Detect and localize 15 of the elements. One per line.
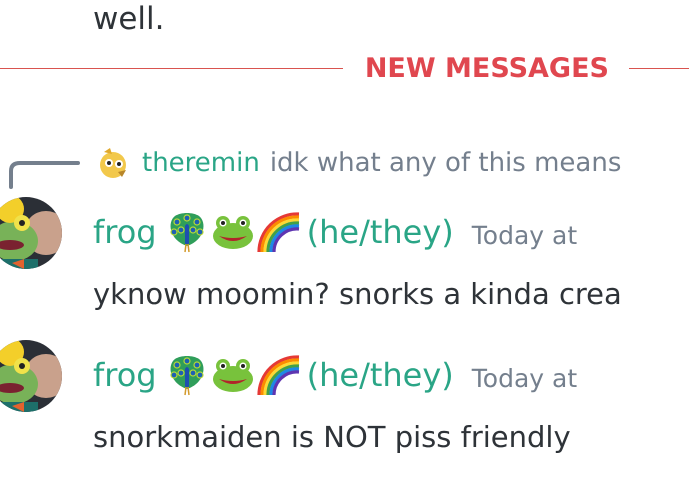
message-text: well. — [93, 0, 166, 38]
reply-author[interactable]: theremin — [142, 148, 260, 178]
rainbow-icon — [256, 210, 301, 254]
reply-preview[interactable]: idk what any of this means — [270, 148, 622, 178]
new-messages-label: NEW MESSAGES — [364, 52, 610, 84]
message-text: snorkmaiden is NOT piss friendly — [93, 420, 572, 454]
rainbow-icon — [256, 353, 301, 397]
message-text: yknow moomin? snorks a kinda crea — [93, 277, 622, 311]
pronouns: (he/they) — [306, 356, 454, 394]
username[interactable]: frog — [93, 356, 157, 394]
pronouns: (he/they) — [306, 213, 454, 251]
username[interactable]: frog — [93, 213, 157, 251]
timestamp: Today at — [472, 220, 578, 250]
timestamp: Today at — [472, 364, 578, 392]
reply-connector — [8, 159, 80, 189]
